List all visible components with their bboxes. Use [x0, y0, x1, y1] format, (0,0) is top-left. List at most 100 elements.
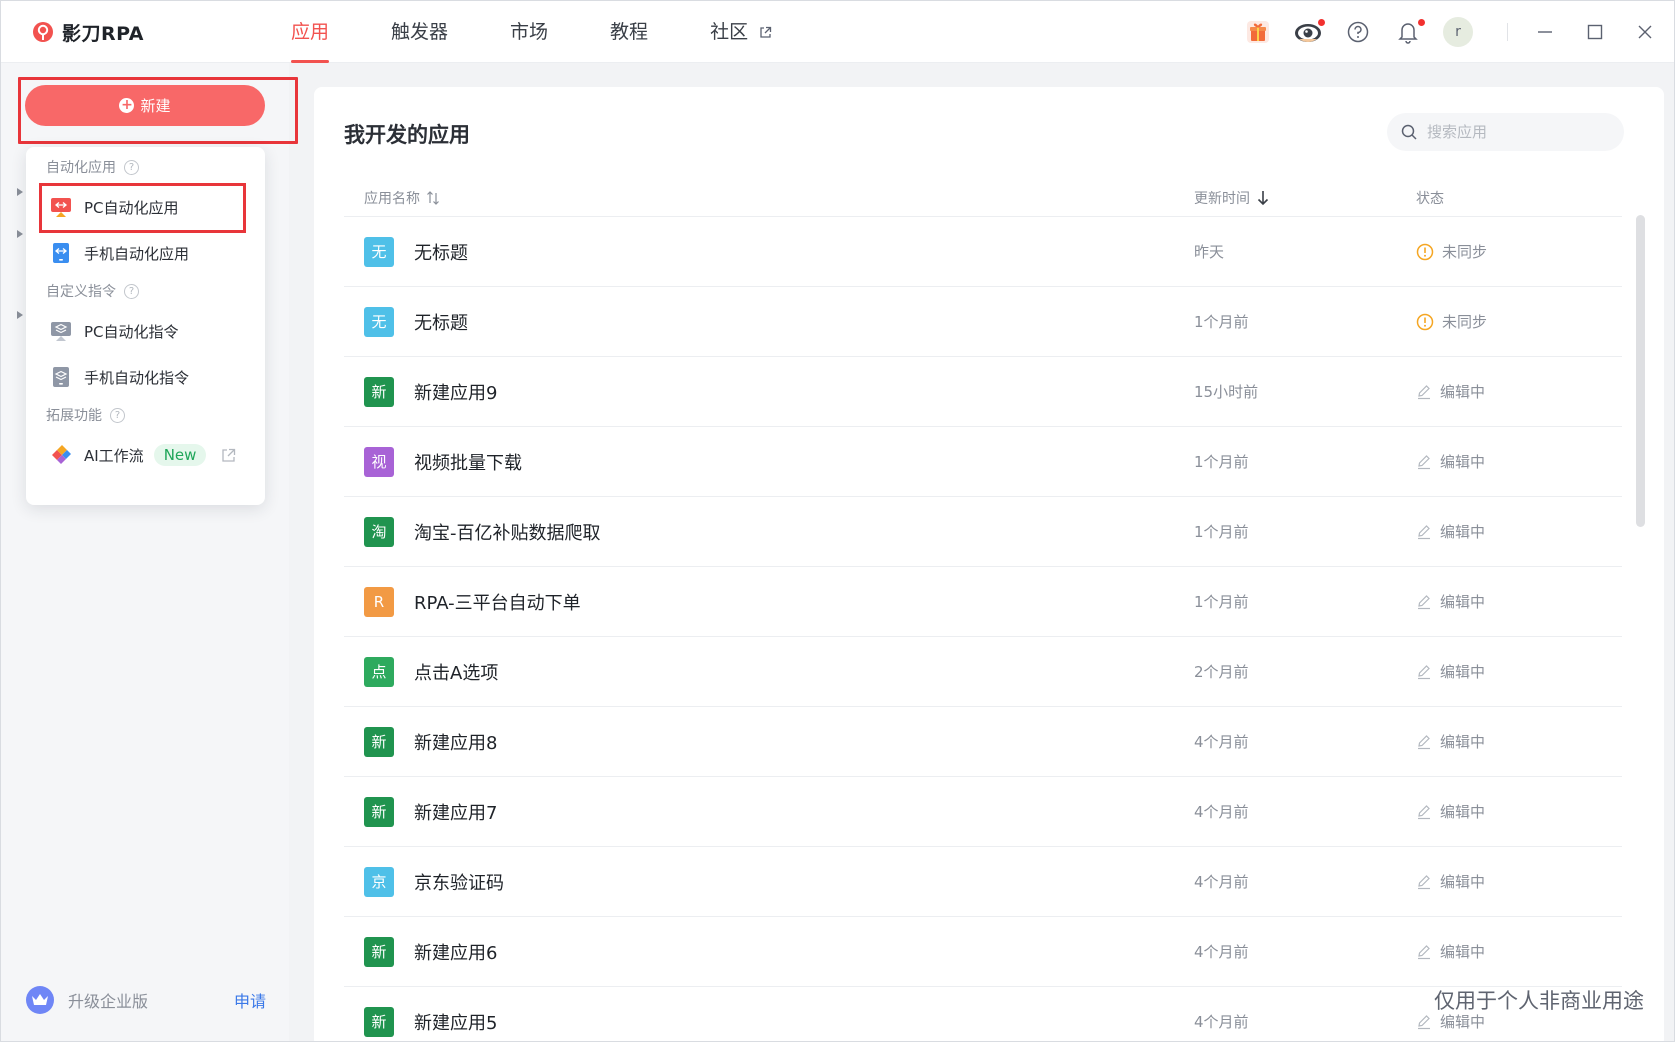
header-actions: r: [1243, 1, 1674, 63]
table-row[interactable]: R RPA-三平台自动下单 1个月前 编辑中: [344, 567, 1622, 637]
external-link-icon: [760, 26, 772, 38]
status-badge: 编辑中: [1416, 731, 1485, 752]
updated-time-cell: 2个月前: [1194, 661, 1416, 682]
apply-link[interactable]: 申请: [234, 988, 266, 1012]
updated-time: 4个月前: [1194, 803, 1249, 821]
edit-icon: [1418, 664, 1430, 679]
gift-icon: [1247, 21, 1269, 43]
updated-time-cell: 1个月前: [1194, 591, 1416, 612]
search-box[interactable]: [1387, 113, 1624, 151]
app-name: RPA-三平台自动下单: [414, 592, 581, 614]
edit-icon: [1418, 594, 1430, 609]
menu-item-mobile-command[interactable]: 手机自动化指令: [40, 355, 250, 399]
status-cell: 编辑中: [1416, 381, 1622, 402]
column-label: 更新时间: [1194, 190, 1250, 207]
minimize-icon: [1538, 31, 1552, 33]
help-icon[interactable]: ?: [124, 283, 139, 299]
scrollbar[interactable]: [1636, 215, 1645, 527]
tab-tutorials[interactable]: 教程: [608, 1, 650, 63]
dropdown-section-title: 自定义指令 ?: [46, 281, 139, 301]
sort-icon[interactable]: [426, 190, 440, 205]
sort-desc-icon[interactable]: [1256, 190, 1270, 206]
highlight-box: [39, 183, 246, 233]
table-row[interactable]: 新新建应用7 4个月前 编辑中: [344, 777, 1622, 847]
app-name-cell: 无无标题: [344, 306, 1194, 337]
tab-apps-label: 应用: [291, 21, 330, 43]
app-icon: 京: [364, 866, 394, 897]
updated-time: 4个月前: [1194, 733, 1249, 751]
app-name-cell: 点点击A选项: [344, 656, 1194, 687]
external-link-icon[interactable]: [221, 448, 236, 463]
gift-button[interactable]: [1243, 17, 1273, 47]
edit-icon: [1418, 874, 1430, 889]
updated-time-cell: 1个月前: [1194, 521, 1416, 542]
table-row[interactable]: 新新建应用5 4个月前 编辑中: [344, 987, 1622, 1041]
maximize-button[interactable]: [1584, 21, 1606, 43]
help-icon: [1347, 21, 1369, 43]
table-row[interactable]: 京京东验证码 4个月前 编辑中: [344, 847, 1622, 917]
bell-icon: [1398, 23, 1418, 44]
column-time-header[interactable]: 更新时间: [1194, 188, 1416, 208]
edit-icon: [1418, 804, 1430, 819]
app-name: 新建应用8: [414, 732, 498, 754]
help-icon[interactable]: ?: [124, 159, 139, 175]
upgrade-bar: 升级企业版 申请: [26, 985, 266, 1015]
section-label: 自动化应用: [46, 160, 116, 176]
tab-market[interactable]: 市场: [508, 1, 550, 63]
app-name: 无标题: [414, 312, 468, 334]
updated-time-cell: 4个月前: [1194, 871, 1416, 892]
table-row[interactable]: 淘淘宝-百亿补贴数据爬取 1个月前 编辑中: [344, 497, 1622, 567]
status-cell: 编辑中: [1416, 871, 1622, 892]
updated-time-cell: 4个月前: [1194, 941, 1416, 962]
close-button[interactable]: [1634, 21, 1656, 43]
edit-icon: [1418, 734, 1430, 749]
app-name-cell: 新新建应用5: [344, 1006, 1194, 1037]
user-avatar[interactable]: r: [1443, 17, 1473, 47]
table-row[interactable]: 新新建应用8 4个月前 编辑中: [344, 707, 1622, 777]
tab-apps[interactable]: 应用: [289, 1, 331, 63]
app-icon: R: [364, 586, 394, 617]
table-row[interactable]: 点点击A选项 2个月前 编辑中: [344, 637, 1622, 707]
menu-item-mobile-app[interactable]: 手机自动化应用: [40, 231, 250, 275]
menu-item-pc-command[interactable]: PC自动化指令: [40, 309, 250, 353]
search-input[interactable]: [1427, 123, 1607, 141]
status-cell: 未同步: [1416, 311, 1622, 332]
app-icon: 点: [364, 656, 394, 687]
help-button[interactable]: [1343, 17, 1373, 47]
updated-time: 4个月前: [1194, 873, 1249, 891]
main-panel: 我开发的应用 应用名称 更新时间: [314, 87, 1664, 1041]
app-name: 新建应用7: [414, 802, 498, 824]
edit-icon: [1418, 384, 1430, 399]
updated-time-cell: 4个月前: [1194, 731, 1416, 752]
logo-icon: [33, 21, 53, 42]
notification-dot: [1317, 18, 1326, 27]
app-name-cell: 新新建应用6: [344, 936, 1194, 967]
eye-button[interactable]: [1293, 17, 1326, 47]
minimize-button[interactable]: [1534, 21, 1556, 43]
app-name-cell: R RPA-三平台自动下单: [344, 586, 1194, 617]
table-row[interactable]: 无无标题 昨天 未同步: [344, 217, 1622, 287]
tab-triggers[interactable]: 触发器: [389, 1, 450, 63]
edit-icon: [1418, 1014, 1430, 1029]
tab-triggers-label: 触发器: [391, 21, 449, 43]
tab-community[interactable]: 社区: [708, 1, 774, 63]
menu-item-label: PC自动化指令: [84, 322, 179, 341]
notifications-button[interactable]: [1393, 17, 1426, 47]
updated-time-cell: 1个月前: [1194, 451, 1416, 472]
table-row[interactable]: 新新建应用6 4个月前 编辑中: [344, 917, 1622, 987]
table-row[interactable]: 视视频批量下载 1个月前 编辑中: [344, 427, 1622, 497]
menu-item-ai-workflow[interactable]: AI工作流 New: [40, 433, 250, 477]
help-icon[interactable]: ?: [110, 407, 125, 423]
column-name-header[interactable]: 应用名称: [344, 188, 1194, 208]
app-icon: 新: [364, 376, 394, 407]
table-row[interactable]: 无无标题 1个月前 未同步: [344, 287, 1622, 357]
table-row[interactable]: 新新建应用9 15小时前 编辑中: [344, 357, 1622, 427]
status-text: 编辑中: [1440, 803, 1486, 821]
caret-right-icon[interactable]: [16, 310, 24, 320]
maximize-icon: [1587, 24, 1603, 40]
crown-icon: [26, 986, 54, 1014]
top-bar: 影刀RPA 应用 触发器 市场 教程 社区 r: [1, 1, 1674, 63]
caret-right-icon[interactable]: [16, 229, 24, 239]
status-text: 未同步: [1442, 243, 1488, 261]
caret-right-icon[interactable]: [16, 187, 24, 197]
